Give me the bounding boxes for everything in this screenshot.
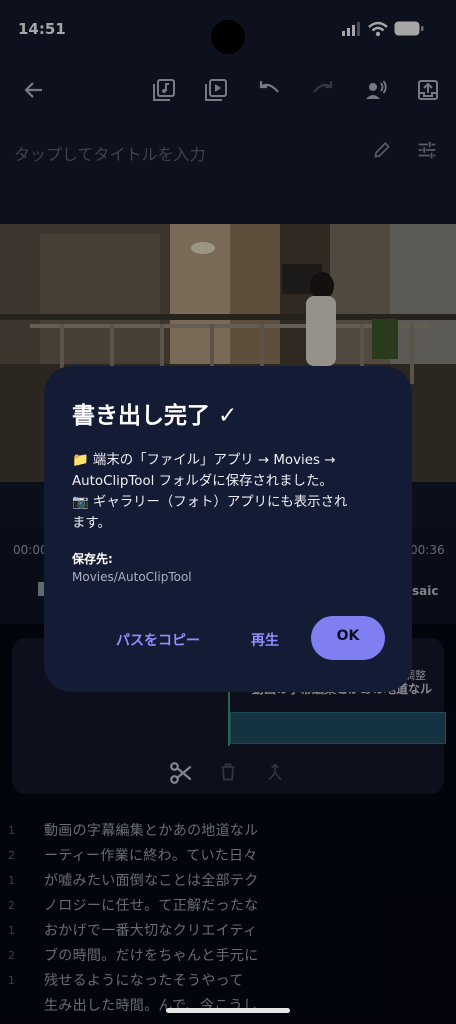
dialog-message-line: ます。 <box>72 516 111 531</box>
save-location-path: Movies/AutoClipTool <box>72 570 192 584</box>
dialog-title: 書き出し完了 ✓ <box>72 403 238 429</box>
copy-path-button[interactable]: パスをコピー <box>116 630 200 650</box>
play-button[interactable]: 再生 <box>251 630 279 650</box>
ok-button[interactable]: OK <box>311 616 385 660</box>
dialog-message-line: 📷 ギャラリー（フォト）アプリにも表示され <box>72 495 348 510</box>
dialog-message: 📁 端末の「ファイル」アプリ → Movies → AutoClipTool フ… <box>72 450 392 534</box>
ok-button-label: OK <box>336 628 360 644</box>
home-indicator[interactable] <box>166 1008 290 1013</box>
save-location-label: 保存先: <box>72 552 113 566</box>
dialog-message-line: AutoClipTool フォルダに保存されました。 <box>72 474 333 489</box>
dialog-message-line: 📁 端末の「ファイル」アプリ → Movies → <box>72 453 336 468</box>
